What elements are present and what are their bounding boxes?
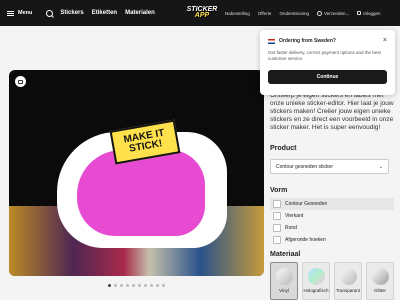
shape-option-rounded-corners[interactable]: Afgeronde hoeken bbox=[270, 234, 394, 246]
login-button[interactable]: Inloggen bbox=[357, 10, 381, 16]
material-label: Materiaal bbox=[270, 251, 301, 258]
carousel-dot-10[interactable] bbox=[162, 284, 165, 287]
gallery-expand-button[interactable] bbox=[15, 76, 26, 87]
carousel-dot-4[interactable] bbox=[126, 284, 129, 287]
material-option-transparent[interactable]: Transparant bbox=[334, 262, 362, 300]
shape-options: Contour Gesneden Vierkant Rond Afgeronde… bbox=[270, 198, 394, 246]
material-option-label: Vinyl bbox=[279, 288, 289, 293]
material-option-vinyl[interactable]: Vinyl bbox=[270, 262, 298, 300]
transparent-material-icon bbox=[339, 268, 357, 285]
menu-icon bbox=[7, 10, 14, 16]
pink-worm-character bbox=[77, 150, 205, 236]
search-icon[interactable] bbox=[46, 9, 54, 17]
material-option-glitter[interactable]: Glitter bbox=[366, 262, 394, 300]
carousel-dot-2[interactable] bbox=[114, 284, 117, 287]
contour-shape-icon bbox=[273, 200, 281, 208]
vinyl-material-icon bbox=[275, 268, 293, 285]
popup-title: Ordering from Sweden? bbox=[279, 38, 336, 44]
product-selected-value: Contour gesneden sticker bbox=[276, 163, 333, 170]
material-option-holographic[interactable]: Holografisch bbox=[302, 262, 330, 300]
shape-option-label: Contour Gesneden bbox=[285, 201, 328, 207]
carousel-dot-9[interactable] bbox=[156, 284, 159, 287]
secondary-navigation: Nabestelling Offerte Ondersteuning Verze… bbox=[225, 10, 381, 16]
rounded-corners-shape-icon bbox=[273, 236, 281, 244]
nav-materialen[interactable]: Materialen bbox=[125, 10, 155, 16]
round-shape-icon bbox=[273, 224, 281, 232]
material-option-label: Transparant bbox=[335, 288, 361, 293]
shape-option-round[interactable]: Rond bbox=[270, 222, 394, 234]
product-description: Ontwerp je eigen stickers en labels met … bbox=[270, 92, 394, 131]
sweden-flag-icon bbox=[268, 38, 275, 44]
carousel-dot-3[interactable] bbox=[120, 284, 123, 287]
image-icon bbox=[18, 79, 23, 84]
country-suggestion-popup: Ordering from Sweden? × Get faster deliv… bbox=[260, 30, 395, 95]
popup-message: Get faster delivery, correct payment opt… bbox=[268, 50, 381, 61]
shipping-location-label: Verzenden... bbox=[323, 10, 350, 16]
close-icon[interactable]: × bbox=[383, 37, 387, 44]
top-navigation-bar: Menu Stickers Etiketten Materialen STICK… bbox=[0, 0, 400, 26]
shape-option-contour[interactable]: Contour Gesneden bbox=[270, 198, 394, 210]
logo-line-app: APP bbox=[194, 12, 210, 19]
nav-nabestelling[interactable]: Nabestelling bbox=[225, 11, 250, 16]
shape-option-label: Rond bbox=[285, 225, 297, 231]
continue-button[interactable]: Continue bbox=[268, 70, 387, 84]
menu-button[interactable]: Menu bbox=[7, 10, 32, 16]
carousel-dot-7[interactable] bbox=[144, 284, 147, 287]
carousel-dot-1[interactable] bbox=[108, 284, 111, 287]
material-options: Vinyl Holografisch Transparant Glitter bbox=[270, 262, 394, 300]
product-label: Product bbox=[270, 145, 297, 152]
login-label: Inloggen bbox=[363, 10, 381, 16]
product-configurator: Ontwerp je eigen stickers en labels met … bbox=[270, 92, 394, 300]
carousel-dot-6[interactable] bbox=[138, 284, 141, 287]
shape-option-square[interactable]: Vierkant bbox=[270, 210, 394, 222]
square-shape-icon bbox=[273, 212, 281, 220]
holographic-material-icon bbox=[307, 268, 325, 285]
material-option-label: Glitter bbox=[373, 288, 386, 293]
carousel-dot-8[interactable] bbox=[150, 284, 153, 287]
sticker-app-logo[interactable]: STICKER APP bbox=[186, 3, 218, 23]
carousel-pagination bbox=[108, 284, 165, 287]
hero-sticker-image: MAKE IT STICK! bbox=[9, 70, 264, 276]
shipping-location[interactable]: Verzenden... bbox=[316, 10, 350, 16]
user-icon bbox=[357, 11, 362, 15]
chevron-down-icon: ⌄ bbox=[378, 163, 383, 170]
popup-header: Ordering from Sweden? × bbox=[268, 37, 387, 44]
globe-icon bbox=[316, 10, 322, 16]
product-select[interactable]: Contour gesneden sticker ⌄ bbox=[270, 159, 389, 174]
sign-text: MAKE IT STICK! bbox=[122, 127, 166, 155]
main-navigation: Stickers Etiketten Materialen bbox=[60, 10, 154, 16]
carousel-dot-5[interactable] bbox=[132, 284, 135, 287]
shape-option-label: Vierkant bbox=[285, 213, 304, 219]
nav-ondersteuning[interactable]: Ondersteuning bbox=[279, 11, 309, 16]
nav-stickers[interactable]: Stickers bbox=[60, 10, 83, 16]
shape-option-label: Afgeronde hoeken bbox=[285, 237, 326, 243]
glitter-material-icon bbox=[371, 268, 389, 285]
shape-label: Vorm bbox=[270, 187, 288, 194]
nav-etiketten[interactable]: Etiketten bbox=[92, 10, 117, 16]
material-option-label: Holografisch bbox=[303, 288, 329, 293]
menu-label: Menu bbox=[18, 10, 33, 16]
nav-offerte[interactable]: Offerte bbox=[258, 11, 272, 16]
